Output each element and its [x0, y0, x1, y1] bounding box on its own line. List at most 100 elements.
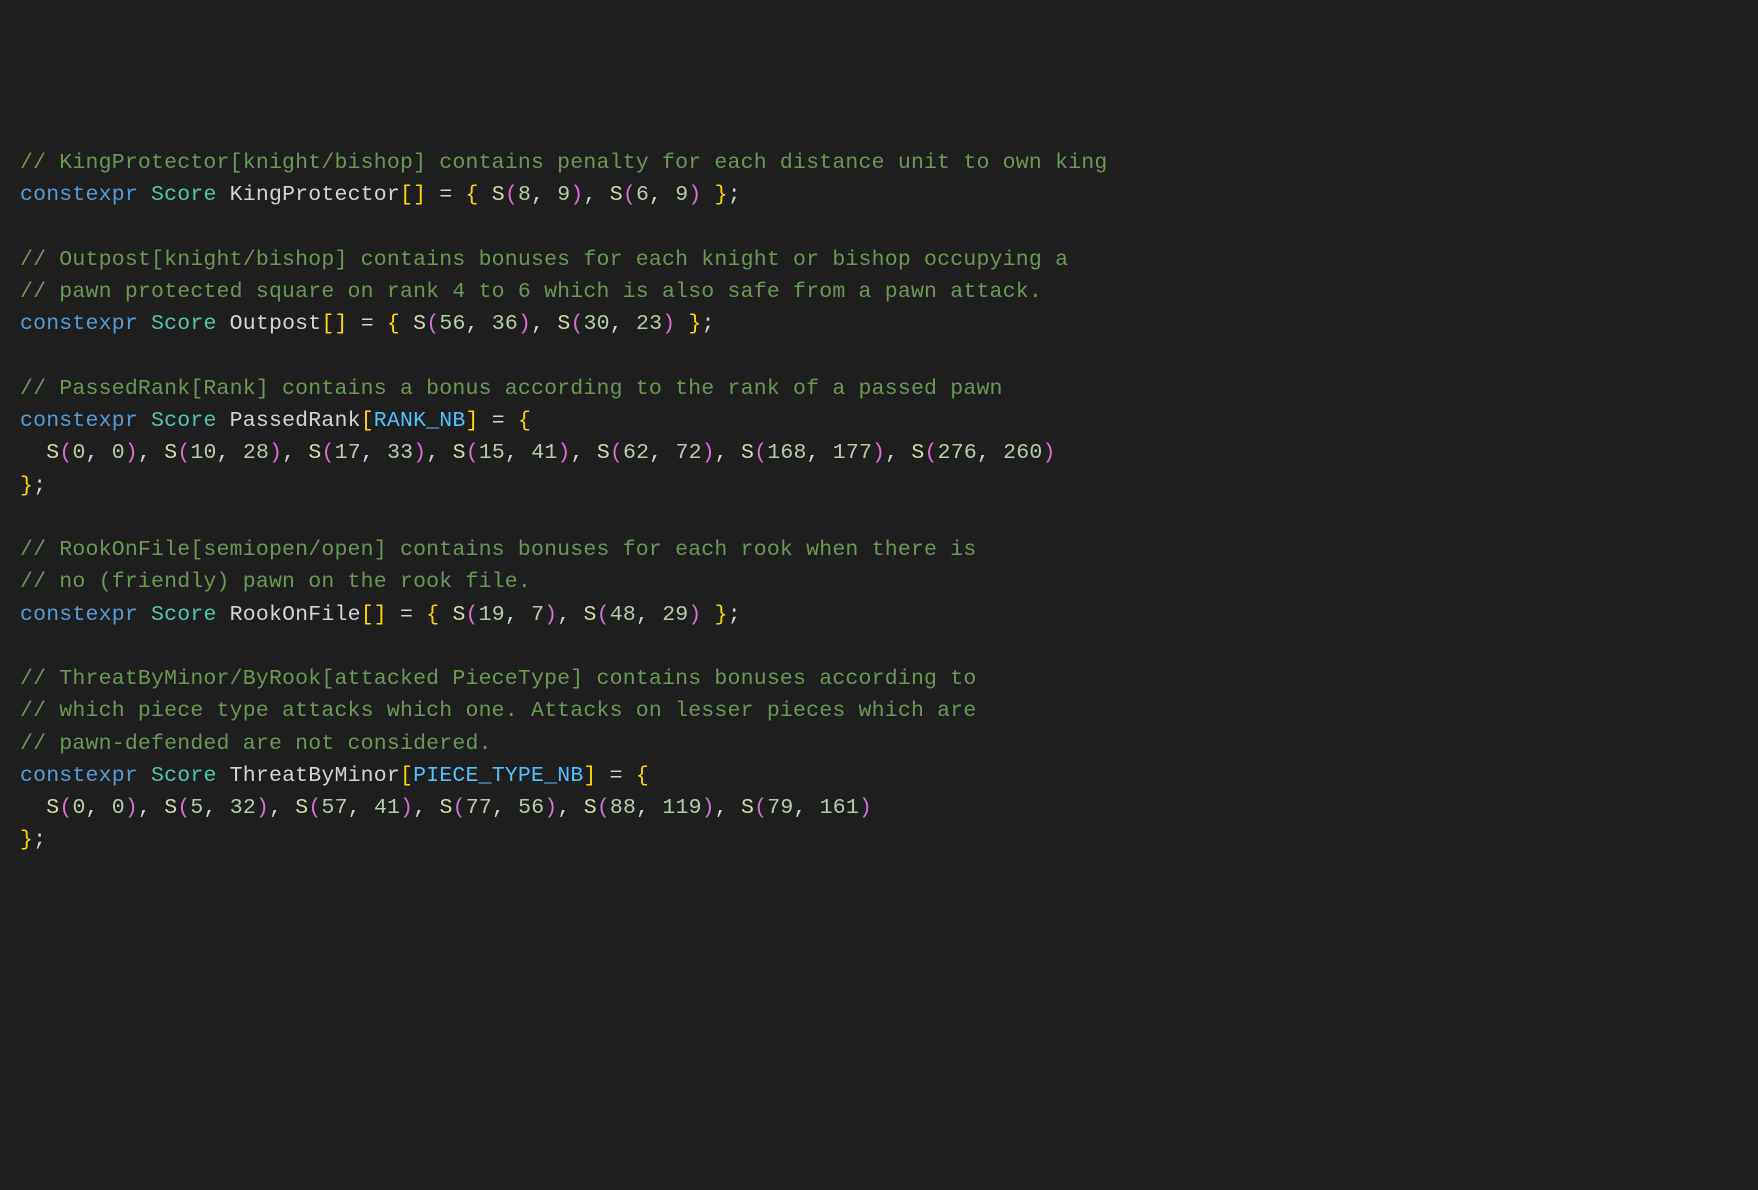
token-bracket2: ): [557, 441, 570, 465]
code-line[interactable]: // pawn-defended are not considered.: [20, 728, 1738, 760]
token-num: 79: [767, 796, 793, 820]
token-num: 119: [662, 796, 701, 820]
token-num: 6: [636, 183, 649, 207]
token-num: 57: [322, 796, 348, 820]
token-num: 276: [938, 441, 977, 465]
token-bracket1: }: [715, 603, 728, 627]
token-bracket1: {: [466, 183, 479, 207]
token-keyword: constexpr: [20, 409, 138, 433]
token-punct: =: [348, 312, 387, 336]
token-bracket2: (: [466, 441, 479, 465]
token-func: S: [610, 183, 623, 207]
code-line[interactable]: constexpr Score Outpost[] = { S(56, 36),…: [20, 308, 1738, 340]
token-type: Score: [151, 603, 217, 627]
token-punct: ,: [571, 441, 597, 465]
token-punct: ,: [584, 183, 610, 207]
token-num: 72: [675, 441, 701, 465]
token-func: S: [584, 603, 597, 627]
token-num: 9: [675, 183, 688, 207]
token-bracket2: (: [322, 441, 335, 465]
token-punct: [217, 603, 230, 627]
code-line[interactable]: [20, 212, 1738, 244]
token-bracket2: ): [125, 796, 138, 820]
token-punct: ;: [33, 474, 46, 498]
token-num: 41: [531, 441, 557, 465]
token-punct: [701, 183, 714, 207]
code-line[interactable]: // ThreatByMinor/ByRook[attacked PieceTy…: [20, 663, 1738, 695]
token-bracket2: ): [859, 796, 872, 820]
token-punct: =: [479, 409, 518, 433]
code-line[interactable]: constexpr Score PassedRank[RANK_NB] = {: [20, 405, 1738, 437]
code-line[interactable]: // no (friendly) pawn on the rook file.: [20, 566, 1738, 598]
token-bracket1: ]: [334, 312, 347, 336]
token-func: S: [164, 441, 177, 465]
token-num: 56: [518, 796, 544, 820]
code-line[interactable]: // which piece type attacks which one. A…: [20, 695, 1738, 727]
code-editor[interactable]: // KingProtector[knight/bishop] contains…: [20, 147, 1738, 857]
code-line[interactable]: constexpr Score KingProtector[] = { S(8,…: [20, 179, 1738, 211]
token-punct: [138, 312, 151, 336]
token-func: S: [295, 796, 308, 820]
code-line[interactable]: };: [20, 824, 1738, 856]
token-bracket2: ): [269, 441, 282, 465]
token-bracket2: (: [466, 603, 479, 627]
code-line[interactable]: // PassedRank[Rank] contains a bonus acc…: [20, 373, 1738, 405]
token-punct: ,: [977, 441, 1003, 465]
token-punct: [138, 183, 151, 207]
code-line[interactable]: // Outpost[knight/bishop] contains bonus…: [20, 244, 1738, 276]
token-num: 41: [374, 796, 400, 820]
token-num: 23: [636, 312, 662, 336]
token-bracket2: (: [177, 441, 190, 465]
token-bracket1: ]: [466, 409, 479, 433]
token-comment: // KingProtector[knight/bishop] contains…: [20, 151, 1107, 175]
token-bracket2: (: [754, 441, 767, 465]
token-punct: [217, 183, 230, 207]
token-punct: ,: [86, 441, 112, 465]
token-num: 7: [531, 603, 544, 627]
token-num: 260: [1003, 441, 1042, 465]
code-line[interactable]: S(0, 0), S(5, 32), S(57, 41), S(77, 56),…: [20, 792, 1738, 824]
token-punct: ,: [466, 312, 492, 336]
token-punct: [400, 312, 413, 336]
token-punct: ,: [715, 796, 741, 820]
code-line[interactable]: // pawn protected square on rank 4 to 6 …: [20, 276, 1738, 308]
token-comment: // pawn-defended are not considered.: [20, 732, 492, 756]
code-line[interactable]: [20, 341, 1738, 373]
token-bracket2: (: [623, 183, 636, 207]
token-punct: ,: [492, 796, 518, 820]
token-func: S: [911, 441, 924, 465]
token-num: 28: [243, 441, 269, 465]
token-punct: =: [387, 603, 426, 627]
token-bracket2: ): [688, 183, 701, 207]
token-bracket2: (: [754, 796, 767, 820]
code-line[interactable]: constexpr Score RookOnFile[] = { S(19, 7…: [20, 599, 1738, 631]
code-line[interactable]: };: [20, 470, 1738, 502]
token-punct: ,: [531, 183, 557, 207]
token-bracket1: [: [321, 312, 334, 336]
token-num: 29: [662, 603, 688, 627]
code-line[interactable]: S(0, 0), S(10, 28), S(17, 33), S(15, 41)…: [20, 437, 1738, 469]
code-line[interactable]: // KingProtector[knight/bishop] contains…: [20, 147, 1738, 179]
token-bracket1: [: [400, 764, 413, 788]
token-num: 48: [610, 603, 636, 627]
token-keyword: constexpr: [20, 764, 138, 788]
token-bracket2: (: [570, 312, 583, 336]
token-num: 88: [610, 796, 636, 820]
token-num: 168: [767, 441, 806, 465]
token-bracket1: {: [387, 312, 400, 336]
token-punct: ,: [138, 441, 164, 465]
token-num: 10: [190, 441, 216, 465]
token-bracket1: [: [361, 409, 374, 433]
token-const: PIECE_TYPE_NB: [413, 764, 583, 788]
code-line[interactable]: [20, 502, 1738, 534]
token-punct: =: [597, 764, 636, 788]
code-line[interactable]: [20, 631, 1738, 663]
token-bracket2: (: [308, 796, 321, 820]
code-line[interactable]: // RookOnFile[semiopen/open] contains bo…: [20, 534, 1738, 566]
token-bracket1: ]: [413, 183, 426, 207]
code-line[interactable]: constexpr Score ThreatByMinor[PIECE_TYPE…: [20, 760, 1738, 792]
token-punct: [20, 441, 46, 465]
token-punct: ,: [348, 796, 374, 820]
token-punct: [138, 764, 151, 788]
token-bracket2: ): [544, 603, 557, 627]
